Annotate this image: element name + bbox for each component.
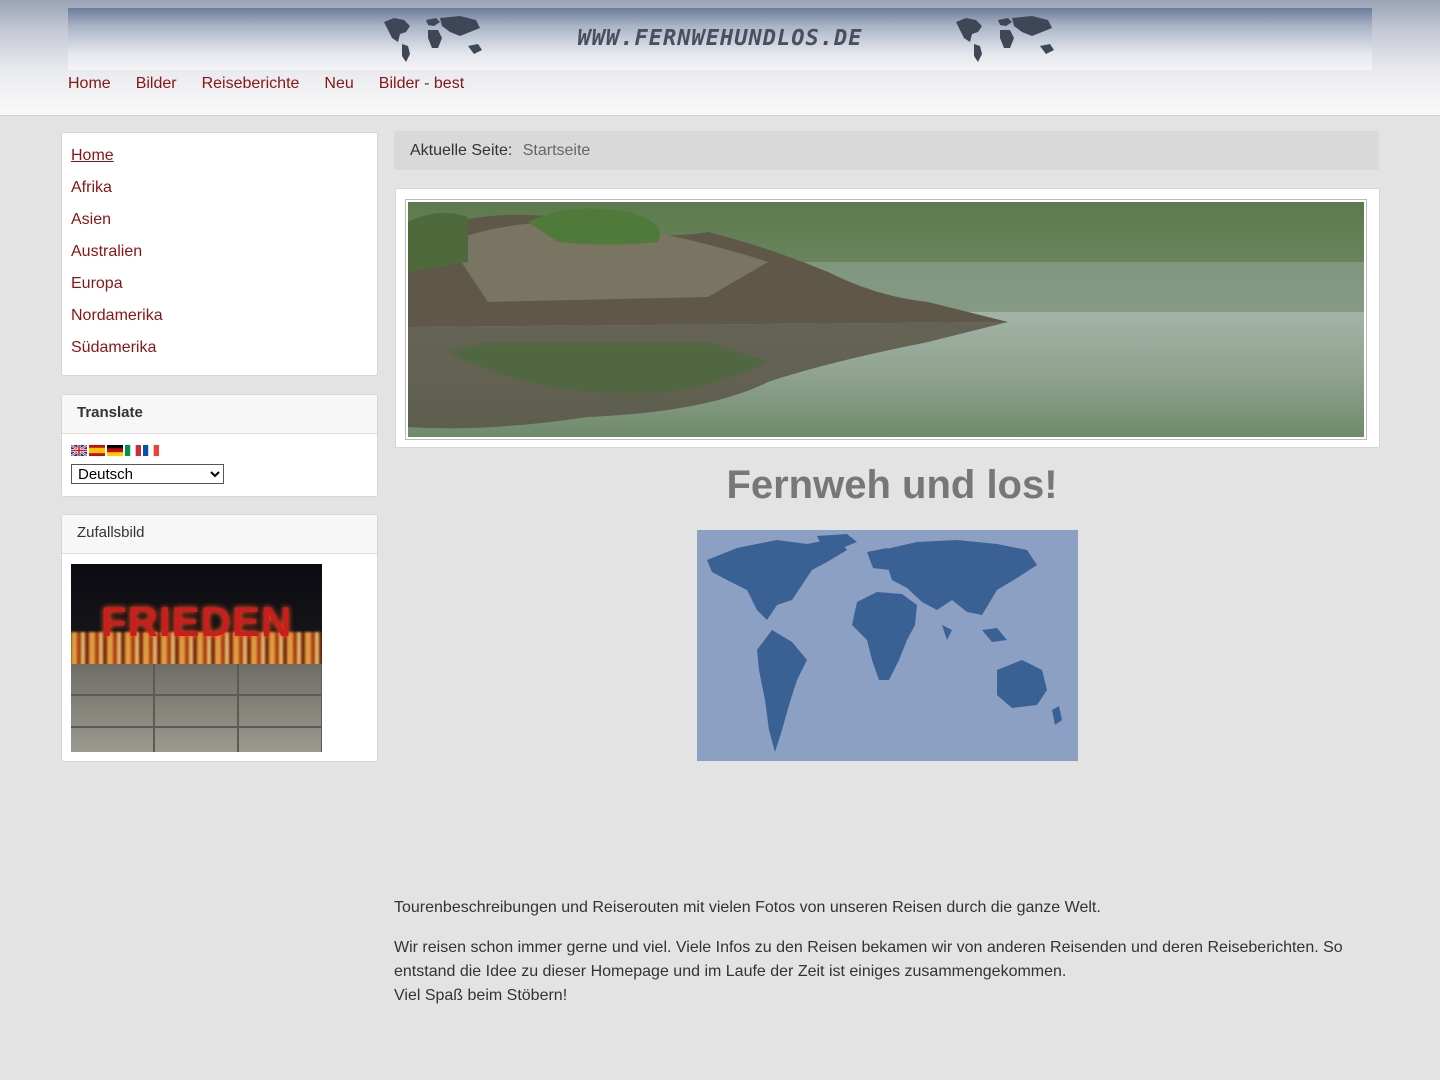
menu-link-home[interactable]: Home bbox=[71, 147, 114, 164]
menu-link-europa[interactable]: Europa bbox=[71, 275, 123, 292]
flag-es-icon[interactable] bbox=[89, 445, 105, 456]
nav-reiseberichte[interactable]: Reiseberichte bbox=[202, 75, 300, 97]
menu-link-suedamerika[interactable]: Südamerika bbox=[71, 339, 156, 356]
continent-menu: Home Afrika Asien Australien Europa Nord… bbox=[61, 132, 378, 376]
menu-link-nordamerika[interactable]: Nordamerika bbox=[71, 307, 163, 324]
nav-bilder-best[interactable]: Bilder - best bbox=[379, 75, 464, 97]
floor-tiles-decoration bbox=[71, 664, 322, 752]
breadcrumb: Aktuelle Seite: Startseite bbox=[394, 131, 1379, 170]
random-image-widget: Zufallsbild FRIEDEN bbox=[61, 514, 378, 762]
flag-it-icon[interactable] bbox=[125, 445, 141, 456]
menu-item-suedamerika: Südamerika bbox=[71, 339, 377, 371]
menu-item-home: Home bbox=[71, 147, 377, 179]
flag-de-icon[interactable] bbox=[107, 445, 123, 456]
menu-link-asien[interactable]: Asien bbox=[71, 211, 111, 228]
nav-neu[interactable]: Neu bbox=[324, 75, 353, 97]
menu-item-europa: Europa bbox=[71, 275, 377, 307]
menu-item-australien: Australien bbox=[71, 243, 377, 275]
language-flags bbox=[71, 445, 159, 456]
description-text: Wir reisen schon immer gerne und viel. V… bbox=[394, 939, 1343, 980]
hero-panel bbox=[395, 188, 1380, 448]
translate-title: Translate bbox=[62, 395, 377, 434]
site-banner[interactable]: WWW.FERNWEHUNDLOS.DE bbox=[68, 8, 1372, 70]
translate-widget: Translate Deutsch bbox=[61, 394, 378, 497]
nav-home[interactable]: Home bbox=[68, 75, 111, 97]
flag-uk-icon[interactable] bbox=[71, 445, 87, 456]
flag-fr-icon[interactable] bbox=[143, 445, 159, 456]
description-paragraph: Wir reisen schon immer gerne und viel. V… bbox=[394, 936, 1379, 1008]
closing-text: Viel Spaß beim Stöbern! bbox=[394, 987, 568, 1004]
menu-item-afrika: Afrika bbox=[71, 179, 377, 211]
menu-item-asien: Asien bbox=[71, 211, 377, 243]
top-navigation: Home Bilder Reiseberichte Neu Bilder - b… bbox=[68, 75, 464, 97]
menu-item-nordamerika: Nordamerika bbox=[71, 307, 377, 339]
language-select[interactable]: Deutsch bbox=[71, 464, 224, 484]
random-image-text: FRIEDEN bbox=[101, 598, 293, 645]
breadcrumb-label: Aktuelle Seite: bbox=[410, 142, 513, 159]
menu-link-australien[interactable]: Australien bbox=[71, 243, 142, 260]
site-title: WWW.FERNWEHUNDLOS.DE bbox=[577, 26, 863, 51]
random-image[interactable]: FRIEDEN bbox=[71, 564, 322, 752]
world-map-icon bbox=[956, 16, 1054, 62]
intro-paragraph: Tourenbeschreibungen und Reiserouten mit… bbox=[394, 899, 1101, 916]
world-map-image bbox=[697, 530, 1078, 761]
hero-image-frame bbox=[405, 199, 1367, 440]
nav-bilder[interactable]: Bilder bbox=[136, 75, 177, 97]
menu-link-afrika[interactable]: Afrika bbox=[71, 179, 112, 196]
site-header: WWW.FERNWEHUNDLOS.DE Home Bilder Reisebe… bbox=[0, 0, 1440, 116]
page-title: Fernweh und los! bbox=[726, 463, 1058, 507]
breadcrumb-current: Startseite bbox=[522, 142, 591, 159]
fjord-landscape-image bbox=[408, 202, 1364, 437]
random-image-title: Zufallsbild bbox=[62, 515, 377, 554]
